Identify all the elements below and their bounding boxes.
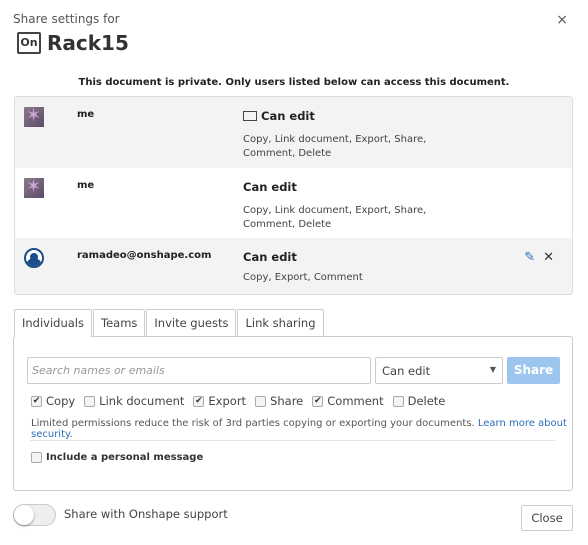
permission-select-value: Can edit	[382, 364, 431, 378]
permission-checkboxes: ✔ Copy Link document ✔ Export Share ✔ Comme…	[31, 394, 454, 408]
checkbox-icon	[31, 452, 42, 463]
checkbox-label: Delete	[407, 394, 446, 408]
checkbox-icon: ✔	[193, 395, 205, 407]
checkbox-label: Export	[208, 394, 247, 408]
checkbox-icon	[255, 395, 267, 407]
support-toggle-label: Share with Onshape support	[64, 507, 228, 521]
avatar	[24, 105, 44, 127]
folder-icon	[243, 111, 257, 121]
checkbox-share[interactable]: Share	[255, 394, 303, 408]
permission-level[interactable]: Can edit	[243, 109, 315, 123]
checkbox-link-document[interactable]: Link document	[84, 394, 184, 408]
tab-individuals[interactable]: Individuals	[14, 309, 92, 337]
checkbox-label: Share	[270, 394, 304, 408]
checkbox-label: Comment	[327, 394, 384, 408]
user-row: me Can edit Copy, Link document, Export,…	[15, 168, 572, 238]
checkbox-label: Copy	[46, 394, 76, 408]
close-button[interactable]: Close	[521, 505, 573, 531]
share-button[interactable]: Share	[507, 357, 560, 384]
edit-pencil-icon[interactable]: ✎	[524, 250, 535, 265]
checkbox-delete[interactable]: Delete	[392, 394, 446, 408]
permission-list: Copy, Link document, Export, Share, Comm…	[243, 205, 427, 230]
tab-teams[interactable]: Teams	[93, 309, 146, 336]
share-tabs: Individuals Teams Invite guests Link sha…	[14, 309, 325, 337]
user-email: ramadeo@onshape.com	[77, 250, 212, 261]
note-text: Limited permissions reduce the risk of 3…	[31, 418, 475, 429]
avatar	[24, 176, 44, 198]
remove-user-icon[interactable]: ✕	[543, 250, 554, 265]
tab-link-sharing[interactable]: Link sharing	[237, 309, 324, 336]
search-input[interactable]: Search names or emails	[27, 357, 371, 384]
checkbox-icon	[84, 395, 96, 407]
user-row: ramadeo@onshape.com Can edit Copy, Expor…	[15, 238, 572, 294]
share-settings-label: Share settings for	[13, 12, 120, 26]
checkbox-icon: ✔	[31, 395, 42, 407]
permissions-note: Limited permissions reduce the risk of 3…	[31, 418, 588, 440]
user-row: me Can edit Copy, Link document, Export,…	[15, 97, 572, 168]
checkbox-label: Link document	[99, 394, 185, 408]
checkbox-label: Include a personal message	[46, 452, 204, 463]
onshape-document-icon: On	[17, 32, 41, 54]
user-name: me	[77, 180, 95, 191]
checkbox-icon	[392, 395, 404, 407]
divider	[30, 440, 555, 441]
user-list: me Can edit Copy, Link document, Export,…	[14, 96, 573, 295]
personal-message-checkbox[interactable]: Include a personal message	[31, 452, 203, 463]
close-icon[interactable]: ×	[556, 12, 568, 28]
checkbox-copy[interactable]: ✔ Copy	[31, 394, 75, 408]
permission-label: Can edit	[261, 109, 315, 123]
support-toggle[interactable]	[13, 504, 56, 526]
avatar	[24, 248, 44, 268]
permission-level[interactable]: Can edit	[243, 180, 297, 194]
user-name: me	[77, 109, 95, 120]
document-title: Rack15	[47, 31, 129, 55]
permission-list: Copy, Link document, Export, Share, Comm…	[243, 134, 427, 159]
checkbox-icon: ✔	[312, 395, 324, 407]
permission-level[interactable]: Can edit	[243, 250, 297, 264]
permission-list: Copy, Export, Comment	[243, 272, 363, 283]
permission-select[interactable]: Can edit ▼	[375, 357, 503, 384]
chevron-down-icon: ▼	[489, 365, 496, 374]
checkbox-comment[interactable]: ✔ Comment	[312, 394, 384, 408]
privacy-note: This document is private. Only users lis…	[78, 77, 510, 88]
tab-invite-guests[interactable]: Invite guests	[146, 309, 237, 336]
checkbox-export[interactable]: ✔ Export	[193, 394, 246, 408]
